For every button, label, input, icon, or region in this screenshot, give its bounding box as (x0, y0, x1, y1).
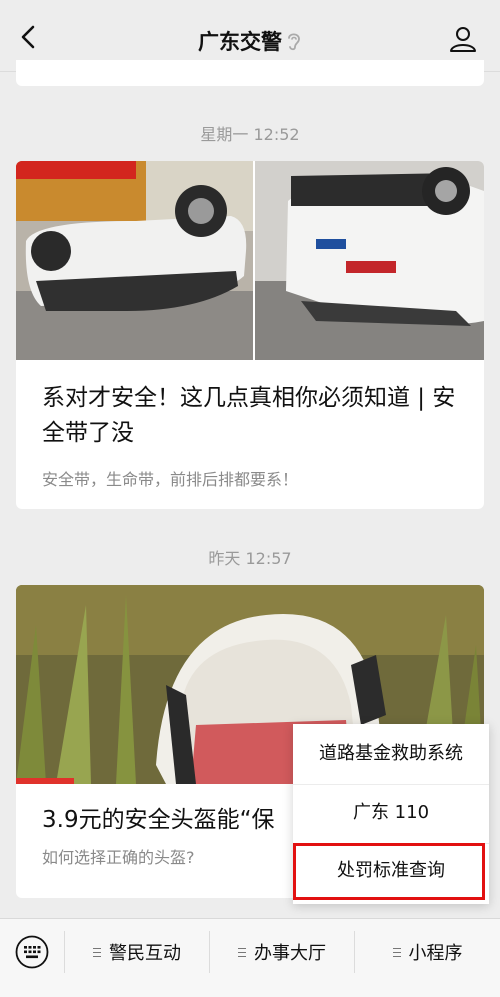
submenu-icon (238, 948, 246, 958)
article-card[interactable]: 系对才安全！这几点真相你必须知道 | 安全带了没 安全带，生命带，前排后排都要系… (16, 161, 484, 509)
user-profile-icon[interactable] (448, 24, 478, 54)
page-title: 广东交警 (0, 26, 500, 56)
menu-service-hall[interactable]: 办事大厅 (210, 919, 354, 989)
menu-police-interaction[interactable]: 警民互动 (65, 919, 209, 989)
menu-label: 小程序 (408, 943, 463, 964)
menu-mini-program[interactable]: 小程序 (355, 919, 500, 989)
timestamp: 昨天 12:57 (208, 549, 292, 568)
keyboard-icon[interactable] (15, 935, 49, 969)
highlight-box (293, 843, 485, 900)
menu-item-guangdong-110[interactable]: 广东 110 (293, 785, 489, 841)
article-summary: 安全带，生命带，前排后排都要系！ (42, 470, 299, 489)
menu-item-road-fund-rescue[interactable]: 道路基金救助系统 (293, 726, 489, 782)
menu-label: 办事大厅 (254, 943, 326, 964)
submenu-icon (93, 948, 101, 958)
bottom-menu-bar: 警民互动 办事大厅 小程序 (0, 918, 500, 997)
previous-card[interactable] (16, 60, 484, 86)
menu-label: 警民互动 (109, 943, 181, 964)
article-image (16, 161, 484, 360)
submenu-icon (392, 948, 401, 958)
timestamp: 星期一 12:52 (200, 125, 300, 144)
title-text: 广东交警 (198, 30, 282, 54)
article-headline[interactable]: 系对才安全！这几点真相你必须知道 | 安全带了没 (16, 381, 484, 451)
ear-icon (286, 31, 302, 56)
